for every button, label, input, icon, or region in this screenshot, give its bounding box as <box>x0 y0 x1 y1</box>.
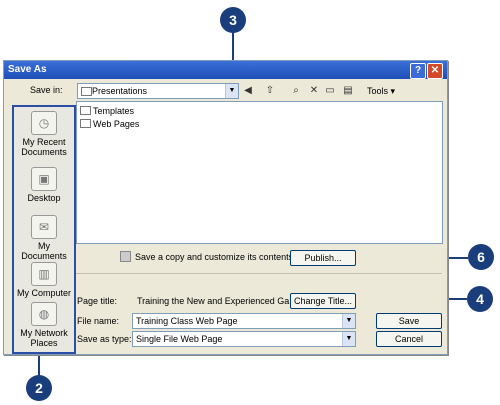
chevron-down-icon[interactable]: ▼ <box>342 332 355 346</box>
file-name-value: Training Class Web Page <box>136 316 238 326</box>
network-icon: ◍ <box>31 302 57 326</box>
place-my-network-places[interactable]: ◍ My Network Places <box>14 302 74 348</box>
delete-icon[interactable]: ✕ <box>308 85 320 97</box>
place-my-recent-documents[interactable]: ◷ My Recent Documents <box>14 111 74 157</box>
page-title-value: Training the New and Experienced Ga... <box>137 296 297 306</box>
save-button[interactable]: Save <box>376 313 442 329</box>
title-bar[interactable]: Save As ? ✕ <box>4 61 447 79</box>
place-label: My Network Places <box>20 328 68 348</box>
save-in-label: Save in: <box>30 85 63 95</box>
callout-2: 2 <box>26 375 52 401</box>
save-as-dialog: Save As ? ✕ Save in: Presentations ▼ ◀ ⇧… <box>3 60 448 355</box>
save-as-type-value: Single File Web Page <box>136 334 223 344</box>
place-my-computer[interactable]: ▥ My Computer <box>14 262 74 298</box>
publish-button[interactable]: Publish... <box>290 250 356 266</box>
toolbar: ◀ ⇧ ⌕ ✕ ▭ ▤ Tools ▾ <box>242 85 442 99</box>
place-my-documents[interactable]: ✉ My Documents <box>14 215 74 261</box>
folder-icon <box>80 106 91 115</box>
new-folder-icon[interactable]: ▭ <box>324 85 336 97</box>
cancel-button[interactable]: Cancel <box>376 331 442 347</box>
list-item[interactable]: Web Pages <box>80 119 139 129</box>
desktop-icon: ▣ <box>31 167 57 191</box>
callout-3: 3 <box>220 7 246 33</box>
file-list[interactable]: Templates Web Pages <box>76 101 443 244</box>
publish-icon <box>120 251 131 262</box>
place-label: Desktop <box>27 193 61 203</box>
save-in-combo[interactable]: Presentations ▼ <box>77 83 239 99</box>
folder-icon <box>81 87 92 96</box>
help-button[interactable]: ? <box>410 63 426 79</box>
publish-info: Save a copy and customize its contents <box>120 251 293 262</box>
divider <box>76 273 442 274</box>
callout-6: 6 <box>468 244 494 270</box>
close-button[interactable]: ✕ <box>427 63 443 79</box>
save-in-value: Presentations <box>92 86 148 96</box>
computer-icon: ▥ <box>31 262 57 286</box>
tools-menu[interactable]: Tools ▾ <box>367 86 395 97</box>
views-icon[interactable]: ▤ <box>342 85 354 97</box>
folder-icon <box>80 119 91 128</box>
page-title-label: Page title: <box>77 296 118 306</box>
list-item[interactable]: Templates <box>80 106 134 116</box>
chevron-down-icon[interactable]: ▼ <box>342 314 355 328</box>
place-label: My Computer <box>16 288 71 298</box>
place-desktop[interactable]: ▣ Desktop <box>14 167 74 203</box>
change-title-button[interactable]: Change Title... <box>290 293 356 309</box>
place-label: My Recent Documents <box>21 137 67 157</box>
back-icon[interactable]: ◀ <box>242 85 254 97</box>
file-name-label: File name: <box>77 316 120 326</box>
up-folder-icon[interactable]: ⇧ <box>264 85 276 97</box>
my-documents-icon: ✉ <box>31 215 57 239</box>
save-as-type-select[interactable]: Single File Web Page ▼ <box>132 331 356 347</box>
recent-documents-icon: ◷ <box>31 111 57 135</box>
callout-4: 4 <box>467 286 493 312</box>
chevron-down-icon[interactable]: ▼ <box>225 84 238 98</box>
save-as-type-label: Save as type: <box>77 334 132 344</box>
file-name-field[interactable]: Training Class Web Page ▼ <box>132 313 356 329</box>
search-web-icon[interactable]: ⌕ <box>290 85 302 97</box>
window-title: Save As <box>8 64 47 75</box>
places-bar: ◷ My Recent Documents ▣ Desktop ✉ My Doc… <box>12 105 76 354</box>
place-label: My Documents <box>21 241 67 261</box>
